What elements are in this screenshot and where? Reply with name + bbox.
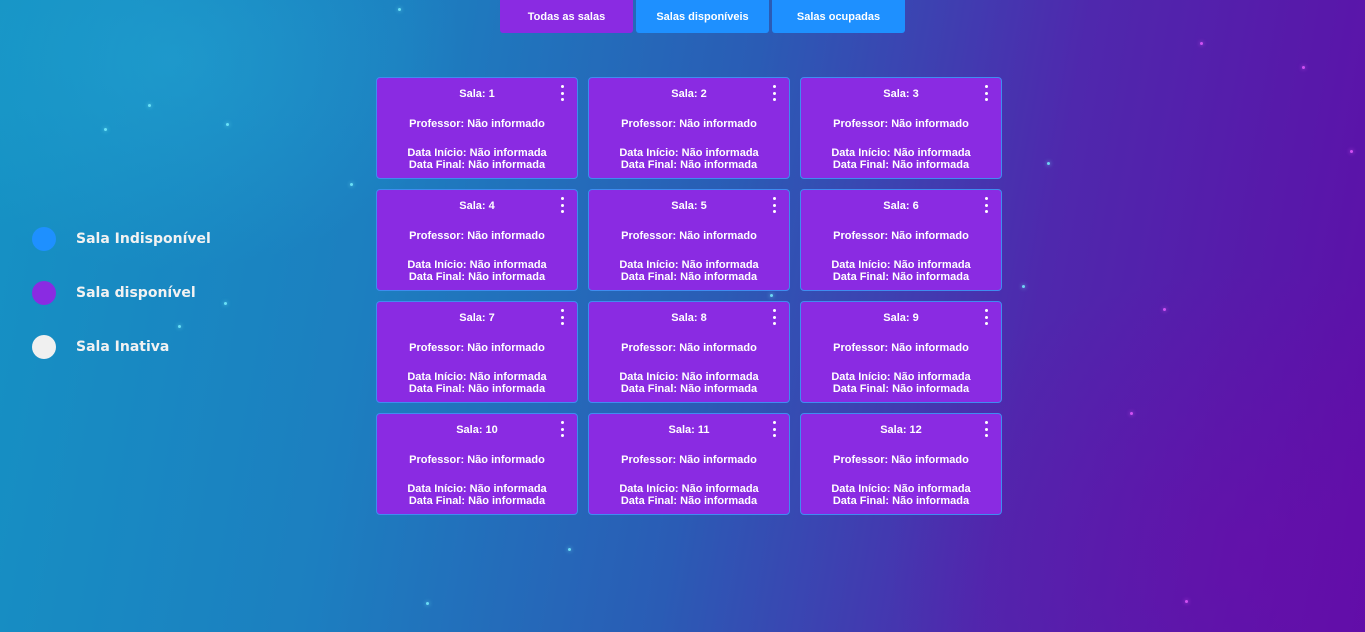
filter-available-rooms-button[interactable]: Salas disponíveis (636, 0, 769, 33)
room-end-date: Data Final: Não informada (408, 495, 546, 507)
legend-item-available: Sala disponível (32, 280, 211, 305)
room-title: Sala: 4 (459, 200, 495, 212)
room-end-date: Data Final: Não informada (408, 159, 546, 171)
room-card[interactable]: Sala: 4 Professor: Não informado Data In… (376, 189, 578, 291)
room-card[interactable]: Sala: 1 Professor: Não informado Data In… (376, 77, 578, 179)
room-title: Sala: 11 (668, 424, 710, 436)
room-start-date: Data Início: Não informada (407, 371, 547, 383)
room-end-date: Data Final: Não informada (408, 271, 546, 283)
room-dates: Data Início: Não informada Data Final: N… (801, 371, 1001, 395)
legend-inactive-dot-icon (32, 334, 56, 359)
room-professor: Professor: Não informado (409, 454, 545, 466)
room-professor: Professor: Não informado (833, 118, 969, 130)
legend-inactive-label: Sala Inativa (76, 338, 170, 355)
room-end-date: Data Final: Não informada (832, 495, 970, 507)
room-professor: Professor: Não informado (621, 118, 757, 130)
room-start-date: Data Início: Não informada (619, 259, 759, 271)
room-end-date: Data Final: Não informada (832, 271, 970, 283)
room-start-date: Data Início: Não informada (831, 483, 971, 495)
status-legend: Sala Indisponível Sala disponível Sala I… (32, 226, 211, 388)
room-end-date: Data Final: Não informada (832, 383, 970, 395)
room-dates: Data Início: Não informada Data Final: N… (377, 483, 577, 507)
room-professor: Professor: Não informado (621, 454, 757, 466)
room-card[interactable]: Sala: 5 Professor: Não informado Data In… (588, 189, 790, 291)
room-start-date: Data Início: Não informada (619, 483, 759, 495)
room-dates: Data Início: Não informada Data Final: N… (589, 259, 789, 283)
room-title: Sala: 5 (671, 200, 707, 212)
room-title: Sala: 9 (883, 312, 919, 324)
room-start-date: Data Início: Não informada (831, 259, 971, 271)
kebab-menu-icon[interactable] (981, 85, 991, 101)
room-start-date: Data Início: Não informada (831, 371, 971, 383)
room-dates: Data Início: Não informada Data Final: N… (589, 371, 789, 395)
room-card[interactable]: Sala: 6 Professor: Não informado Data In… (800, 189, 1002, 291)
filter-all-rooms-button[interactable]: Todas as salas (500, 0, 633, 33)
room-professor: Professor: Não informado (833, 454, 969, 466)
room-dates: Data Início: Não informada Data Final: N… (377, 371, 577, 395)
room-professor: Professor: Não informado (621, 342, 757, 354)
room-title: Sala: 8 (671, 312, 707, 324)
room-title: Sala: 1 (459, 88, 495, 100)
legend-item-inactive: Sala Inativa (32, 334, 211, 359)
room-dates: Data Início: Não informada Data Final: N… (377, 259, 577, 283)
room-cards-grid: Sala: 1 Professor: Não informado Data In… (376, 77, 1002, 515)
legend-available-dot-icon (32, 280, 56, 305)
room-dates: Data Início: Não informada Data Final: N… (589, 147, 789, 171)
room-end-date: Data Final: Não informada (620, 159, 758, 171)
legend-available-label: Sala disponível (76, 284, 196, 301)
kebab-menu-icon[interactable] (981, 309, 991, 325)
room-professor: Professor: Não informado (833, 230, 969, 242)
room-start-date: Data Início: Não informada (407, 483, 547, 495)
room-end-date: Data Final: Não informada (620, 271, 758, 283)
room-card[interactable]: Sala: 12 Professor: Não informado Data I… (800, 413, 1002, 515)
room-professor: Professor: Não informado (621, 230, 757, 242)
room-start-date: Data Início: Não informada (831, 147, 971, 159)
room-title: Sala: 12 (880, 424, 922, 436)
kebab-menu-icon[interactable] (769, 421, 779, 437)
room-professor: Professor: Não informado (833, 342, 969, 354)
room-dates: Data Início: Não informada Data Final: N… (589, 483, 789, 507)
room-dates: Data Início: Não informada Data Final: N… (801, 147, 1001, 171)
room-dates: Data Início: Não informada Data Final: N… (801, 259, 1001, 283)
room-professor: Professor: Não informado (409, 118, 545, 130)
kebab-menu-icon[interactable] (557, 421, 567, 437)
kebab-menu-icon[interactable] (769, 85, 779, 101)
room-card[interactable]: Sala: 11 Professor: Não informado Data I… (588, 413, 790, 515)
room-start-date: Data Início: Não informada (619, 371, 759, 383)
legend-item-unavailable: Sala Indisponível (32, 226, 211, 251)
room-end-date: Data Final: Não informada (620, 495, 758, 507)
room-card[interactable]: Sala: 3 Professor: Não informado Data In… (800, 77, 1002, 179)
room-end-date: Data Final: Não informada (832, 159, 970, 171)
kebab-menu-icon[interactable] (769, 197, 779, 213)
room-start-date: Data Início: Não informada (619, 147, 759, 159)
kebab-menu-icon[interactable] (557, 85, 567, 101)
room-title: Sala: 7 (459, 312, 495, 324)
kebab-menu-icon[interactable] (557, 309, 567, 325)
room-card[interactable]: Sala: 7 Professor: Não informado Data In… (376, 301, 578, 403)
room-filter-bar: Todas as salas Salas disponíveis Salas o… (500, 0, 905, 33)
kebab-menu-icon[interactable] (557, 197, 567, 213)
room-title: Sala: 2 (671, 88, 707, 100)
filter-occupied-rooms-button[interactable]: Salas ocupadas (772, 0, 905, 33)
room-end-date: Data Final: Não informada (620, 383, 758, 395)
room-dates: Data Início: Não informada Data Final: N… (377, 147, 577, 171)
room-card[interactable]: Sala: 10 Professor: Não informado Data I… (376, 413, 578, 515)
room-dates: Data Início: Não informada Data Final: N… (801, 483, 1001, 507)
kebab-menu-icon[interactable] (981, 197, 991, 213)
room-card[interactable]: Sala: 8 Professor: Não informado Data In… (588, 301, 790, 403)
room-end-date: Data Final: Não informada (408, 383, 546, 395)
room-card[interactable]: Sala: 2 Professor: Não informado Data In… (588, 77, 790, 179)
room-card[interactable]: Sala: 9 Professor: Não informado Data In… (800, 301, 1002, 403)
room-title: Sala: 6 (883, 200, 919, 212)
legend-unavailable-dot-icon (32, 226, 56, 251)
room-title: Sala: 3 (883, 88, 919, 100)
room-professor: Professor: Não informado (409, 230, 545, 242)
room-start-date: Data Início: Não informada (407, 259, 547, 271)
room-professor: Professor: Não informado (409, 342, 545, 354)
legend-unavailable-label: Sala Indisponível (76, 230, 211, 247)
room-start-date: Data Início: Não informada (407, 147, 547, 159)
kebab-menu-icon[interactable] (769, 309, 779, 325)
room-title: Sala: 10 (456, 424, 498, 436)
kebab-menu-icon[interactable] (981, 421, 991, 437)
